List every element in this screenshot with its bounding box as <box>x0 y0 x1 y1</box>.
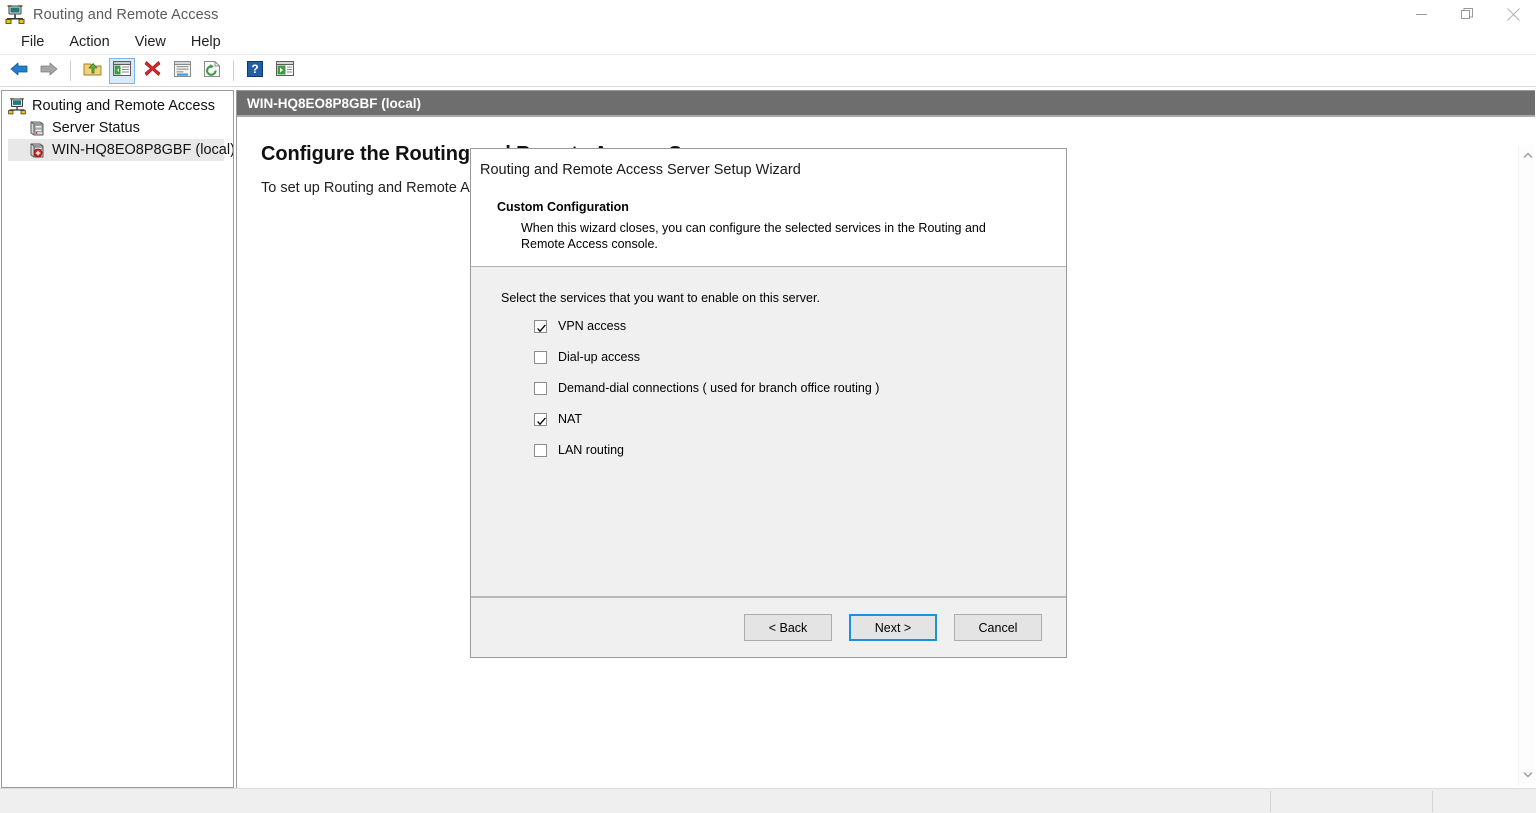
console-tree: Routing and Remote Access Server Status <box>2 91 233 161</box>
close-icon[interactable] <box>1490 0 1536 29</box>
toolbar: ? <box>0 56 1536 87</box>
server-stack-icon <box>28 120 46 137</box>
console-tree-pane: Routing and Remote Access Server Status <box>1 90 234 788</box>
check-mark-icon <box>536 414 547 425</box>
menubar: File Action View Help <box>0 29 1536 55</box>
svg-text:?: ? <box>251 62 258 76</box>
window-title: Routing and Remote Access <box>33 6 219 23</box>
console-tree-icon <box>113 61 131 81</box>
dialog-titlebar: Routing and Remote Access Server Setup W… <box>471 149 1066 191</box>
dialog-page-description: When this wizard closes, you can configu… <box>521 221 986 251</box>
menu-action[interactable]: Action <box>58 31 120 53</box>
toolbar-separator <box>233 61 234 81</box>
red-x-icon <box>144 60 161 82</box>
dialog-page-title: Custom Configuration <box>497 200 629 214</box>
window-titlebar: Routing and Remote Access <box>0 0 1536 29</box>
tree-item-routing-and-remote-access[interactable]: Routing and Remote Access <box>2 95 233 117</box>
dialog-title: Routing and Remote Access Server Setup W… <box>480 162 801 178</box>
menu-file[interactable]: File <box>10 31 55 53</box>
left-arrow-icon <box>10 61 28 82</box>
mmc-window: Routing and Remote Access File Action Vi… <box>0 0 1536 813</box>
delete-button[interactable] <box>139 58 165 84</box>
chevron-down-icon[interactable] <box>1519 766 1535 783</box>
statusbar-divider <box>1270 791 1271 812</box>
restore-icon[interactable] <box>1444 0 1490 29</box>
show-hide-action-pane-button[interactable] <box>272 58 298 84</box>
details-vertical-scrollbar[interactable] <box>1518 145 1535 785</box>
menu-help[interactable]: Help <box>180 31 232 53</box>
dialog-instruction: Select the services that you want to ena… <box>501 291 820 305</box>
show-hide-console-tree-button[interactable] <box>109 58 135 84</box>
window-controls <box>1398 0 1536 29</box>
minimize-icon[interactable] <box>1398 0 1444 29</box>
statusbar-divider <box>1432 791 1433 812</box>
back-button[interactable] <box>6 58 32 84</box>
dialog-body: Select the services that you want to ena… <box>471 267 1066 596</box>
checkbox-row-dial-up-access[interactable]: Dial-up access <box>534 350 1066 364</box>
details-pane-header: WIN-HQ8EO8P8GBF (local) <box>237 91 1535 117</box>
checkbox-row-vpn-access[interactable]: VPN access <box>534 319 1066 333</box>
folder-up-icon <box>83 60 102 82</box>
checkbox-vpn-access[interactable] <box>534 319 547 333</box>
cancel-button[interactable]: Cancel <box>954 614 1042 641</box>
tree-item-label: WIN-HQ8EO8P8GBF (local) <box>52 142 234 158</box>
checkbox-label: VPN access <box>558 319 627 333</box>
checkbox-row-lan-routing[interactable]: LAN routing <box>534 443 1066 457</box>
checkbox-lan-routing[interactable] <box>534 443 547 457</box>
question-mark-icon: ? <box>247 60 263 82</box>
up-one-level-button[interactable] <box>79 58 105 84</box>
checkbox-label: LAN routing <box>558 443 625 457</box>
statusbar <box>0 788 1536 813</box>
router-network-icon <box>8 97 26 115</box>
properties-button[interactable] <box>169 58 195 84</box>
tree-item-win-hq8eo8p8gbf-local[interactable]: WIN-HQ8EO8P8GBF (local) <box>8 139 233 161</box>
router-network-icon <box>5 4 25 25</box>
next-button[interactable]: Next > <box>849 614 937 641</box>
chevron-up-icon[interactable] <box>1519 147 1535 164</box>
checkbox-row-demand-dial-connections[interactable]: Demand-dial connections ( used for branc… <box>534 381 1066 395</box>
checkbox-label: Demand-dial connections ( used for branc… <box>558 381 880 395</box>
properties-window-icon <box>173 60 191 82</box>
refresh-icon <box>203 60 221 82</box>
right-arrow-icon <box>40 61 58 82</box>
refresh-button[interactable] <box>199 58 225 84</box>
toolbar-separator <box>70 61 71 81</box>
server-configure-icon <box>28 142 46 159</box>
checkbox-dial-up-access[interactable] <box>534 350 547 364</box>
back-button[interactable]: < Back <box>744 614 832 641</box>
tree-item-label: Routing and Remote Access <box>32 98 215 114</box>
forward-button[interactable] <box>36 58 62 84</box>
setup-wizard-dialog: Routing and Remote Access Server Setup W… <box>470 148 1067 658</box>
tree-item-label: Server Status <box>52 120 140 136</box>
help-button[interactable]: ? <box>242 58 268 84</box>
check-mark-icon <box>536 321 547 332</box>
services-checkbox-list: VPN access Dial-up access Demand-dial co… <box>534 319 1066 457</box>
tree-item-server-status[interactable]: Server Status <box>2 117 233 139</box>
checkbox-row-nat[interactable]: NAT <box>534 412 1066 426</box>
checkbox-label: Dial-up access <box>558 350 640 364</box>
checkbox-nat[interactable] <box>534 412 547 426</box>
checkbox-label: NAT <box>558 412 583 426</box>
dialog-header: Custom Configuration When this wizard cl… <box>471 191 1066 267</box>
action-pane-icon <box>276 61 294 81</box>
dialog-footer: < Back Next > Cancel <box>471 596 1066 657</box>
menu-view[interactable]: View <box>124 31 177 53</box>
checkbox-demand-dial-connections[interactable] <box>534 381 547 395</box>
